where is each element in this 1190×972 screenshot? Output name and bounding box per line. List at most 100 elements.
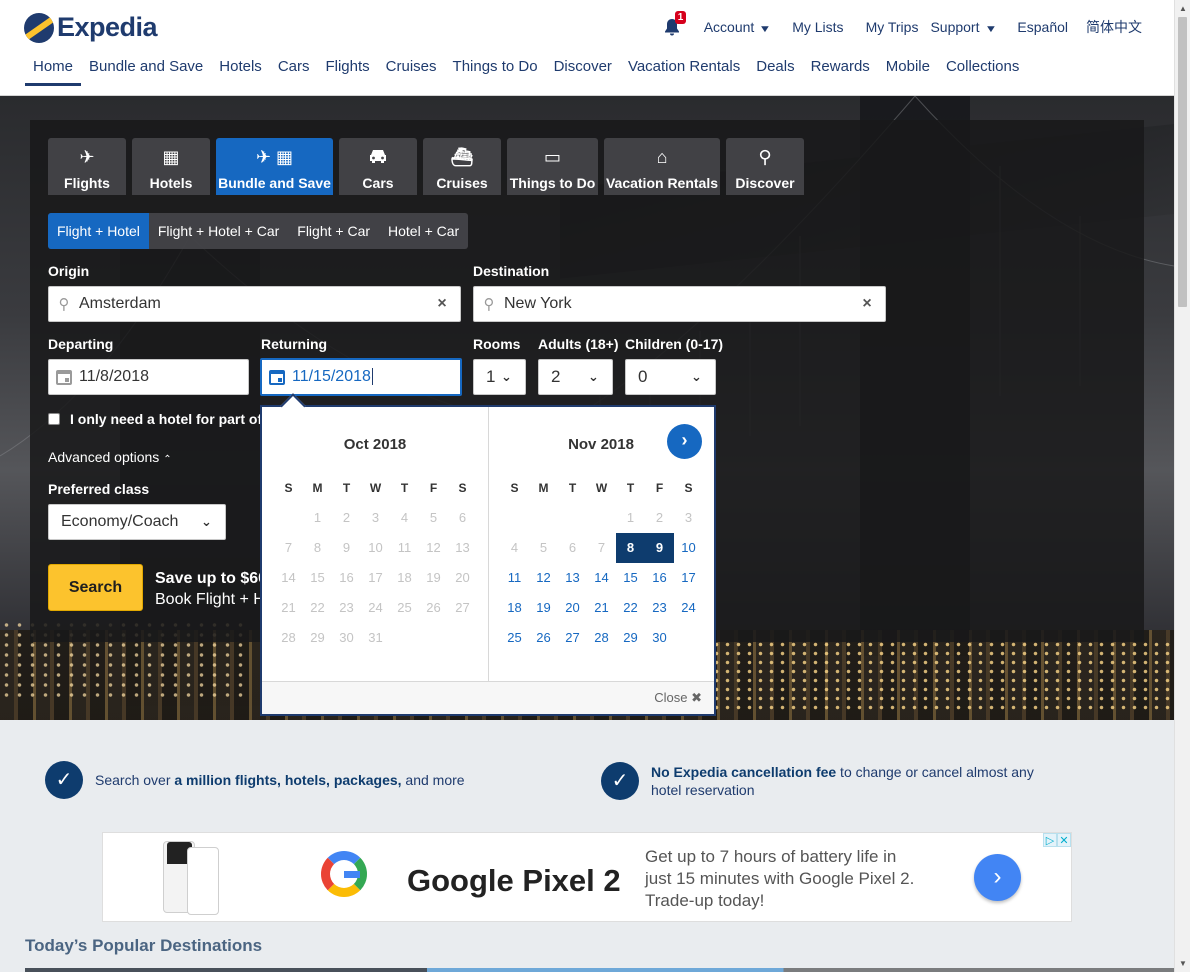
- scroll-down-arrow-icon[interactable]: ▼: [1178, 959, 1188, 968]
- rooms-select[interactable]: 1 ⌄: [473, 359, 526, 395]
- nav-bundle-and-save[interactable]: Bundle and Save: [81, 58, 211, 86]
- tab-cars[interactable]: Cars: [339, 138, 417, 195]
- language-chinese-link[interactable]: 简体中文: [1086, 17, 1142, 37]
- next-month-button[interactable]: ›: [667, 424, 702, 459]
- ad-go-button[interactable]: ›: [974, 854, 1021, 901]
- tab-vacation-rentals[interactable]: ⌂ Vacation Rentals: [604, 138, 720, 195]
- nav-home[interactable]: Home: [25, 58, 82, 86]
- partial-hotel-option[interactable]: I only need a hotel for part of m: [48, 411, 278, 427]
- destination-field[interactable]: ⚲ New York ×: [473, 286, 886, 322]
- tab-hotels[interactable]: ▦ Hotels: [132, 138, 210, 195]
- tab-flights[interactable]: ✈ Flights: [48, 138, 126, 195]
- advanced-options-toggle[interactable]: Advanced options ⌃: [48, 449, 172, 465]
- support-menu[interactable]: Support ▼: [930, 19, 996, 35]
- tab-cruises[interactable]: ⛴ Cruises: [423, 138, 501, 195]
- nav-things-to-do[interactable]: Things to Do: [445, 58, 546, 86]
- calendar-day[interactable]: 15: [616, 563, 645, 593]
- text-cursor: [371, 368, 373, 386]
- calendar-day: 17: [368, 570, 383, 585]
- tab-discover[interactable]: ⚲ Discover: [726, 138, 804, 195]
- calendar-day[interactable]: 30: [645, 623, 674, 653]
- calendar-day[interactable]: 20: [558, 593, 587, 623]
- nav-discover[interactable]: Discover: [546, 58, 620, 86]
- calendar-day: 24: [368, 600, 383, 615]
- value-prop-cancellation: ✓ No Expedia cancellation fee to change …: [601, 762, 1061, 800]
- weekday-header: SMTWTFS: [510, 481, 693, 495]
- tab-bundle-and-save[interactable]: ✈ ▦ Bundle and Save: [216, 138, 333, 195]
- calendar-day[interactable]: 14: [587, 563, 616, 593]
- expedia-logo[interactable]: Expedia: [24, 12, 158, 43]
- nav-cars[interactable]: Cars: [270, 58, 318, 86]
- calendar-day[interactable]: 10: [674, 533, 703, 563]
- calendar-day-selected[interactable]: 9: [645, 533, 674, 563]
- scrollbar-thumb[interactable]: [1178, 17, 1187, 307]
- adults-select[interactable]: 2 ⌄: [538, 359, 613, 395]
- chevron-down-icon: ⌄: [201, 514, 212, 529]
- departing-date-field[interactable]: 11/8/2018: [48, 359, 249, 395]
- account-menu[interactable]: Account ▼: [704, 19, 772, 35]
- search-button[interactable]: Search: [48, 564, 143, 611]
- adchoices-icon[interactable]: ▷ ✕: [1043, 833, 1071, 847]
- nav-vacation-rentals[interactable]: Vacation Rentals: [620, 58, 748, 86]
- preferred-class-select[interactable]: Economy/Coach ⌄: [48, 504, 226, 540]
- nav-flights[interactable]: Flights: [317, 58, 377, 86]
- calendar-day[interactable]: 17: [674, 563, 703, 593]
- returning-date-field[interactable]: 11/15/2018: [260, 358, 462, 396]
- product-tabs: ✈ Flights ▦ Hotels ✈ ▦ Bundle and Save C…: [48, 138, 810, 195]
- nav-cruises[interactable]: Cruises: [378, 58, 445, 86]
- calendar-day[interactable]: 16: [645, 563, 674, 593]
- ad-copy: Get up to 7 hours of battery life in jus…: [645, 847, 915, 910]
- nav-rewards[interactable]: Rewards: [803, 58, 878, 86]
- calendar-day[interactable]: 19: [529, 593, 558, 623]
- building-icon: ▦: [162, 147, 180, 167]
- calendar-blank: [274, 503, 303, 533]
- subtab-flight-hotel-car[interactable]: Flight + Hotel + Car: [149, 213, 288, 249]
- page-scrollbar[interactable]: ▲ ▼: [1174, 0, 1190, 972]
- language-espanol-link[interactable]: Español: [1017, 19, 1068, 35]
- calendar-day[interactable]: 12: [529, 563, 558, 593]
- checkmark-icon: ✓: [45, 761, 83, 799]
- partial-hotel-checkbox[interactable]: [48, 413, 60, 425]
- phone-image: [187, 847, 219, 915]
- close-calendar-button[interactable]: Close ✖: [654, 690, 702, 706]
- calendar-day[interactable]: 25: [500, 623, 529, 653]
- chevron-down-icon: ⌄: [501, 369, 512, 384]
- calendar-day: 19: [426, 570, 441, 585]
- subtab-flight-hotel[interactable]: Flight + Hotel: [48, 213, 149, 249]
- utility-nav: 1 Account ▼ My Lists My Trips Support ▼ Es…: [640, 11, 1142, 37]
- calendar-day[interactable]: 11: [500, 563, 529, 593]
- advertisement-banner[interactable]: Google Pixel 2 Get up to 7 hours of batt…: [102, 832, 1072, 922]
- notification-bell[interactable]: 1: [662, 11, 687, 37]
- calendar-day[interactable]: 13: [558, 563, 587, 593]
- calendar-day[interactable]: 28: [587, 623, 616, 653]
- calendar-day[interactable]: 18: [500, 593, 529, 623]
- nav-mobile[interactable]: Mobile: [878, 58, 938, 86]
- calendar-day[interactable]: 22: [616, 593, 645, 623]
- scroll-up-arrow-icon[interactable]: ▲: [1178, 4, 1188, 13]
- day-grid: 1 2 3 4 5 6 7 8 9 10 11 12 13 14 15 16 17 18 19 20 21 22 23 24 2…: [274, 503, 477, 653]
- calendar-day[interactable]: 29: [616, 623, 645, 653]
- nav-deals[interactable]: Deals: [748, 58, 802, 86]
- subtab-hotel-car[interactable]: Hotel + Car: [379, 213, 468, 249]
- nav-collections[interactable]: Collections: [938, 58, 1027, 86]
- calendar-day[interactable]: 23: [645, 593, 674, 623]
- globe-icon: [24, 12, 54, 43]
- my-lists-link[interactable]: My Lists: [792, 19, 843, 35]
- house-icon: ⌂: [656, 147, 668, 167]
- my-trips-link[interactable]: My Trips: [866, 19, 919, 35]
- calendar-day[interactable]: 27: [558, 623, 587, 653]
- children-select[interactable]: 0 ⌄: [625, 359, 716, 395]
- calendar-day[interactable]: 26: [529, 623, 558, 653]
- origin-field[interactable]: ⚲ Amsterdam ×: [48, 286, 461, 322]
- tab-things-to-do[interactable]: ▭ Things to Do: [507, 138, 598, 195]
- clear-destination-icon[interactable]: ×: [849, 295, 885, 313]
- calendar-day[interactable]: 24: [674, 593, 703, 623]
- chevron-up-icon: ⌃: [163, 454, 172, 465]
- nav-hotels[interactable]: Hotels: [211, 58, 270, 86]
- clear-origin-icon[interactable]: ×: [424, 295, 460, 313]
- calendar-day: 4: [510, 540, 519, 555]
- subtab-flight-car[interactable]: Flight + Car: [288, 213, 379, 249]
- calendar-day-selected[interactable]: 8: [616, 533, 645, 563]
- calendar-day[interactable]: 21: [587, 593, 616, 623]
- popular-destinations-heading: Today’s Popular Destinations: [25, 936, 263, 955]
